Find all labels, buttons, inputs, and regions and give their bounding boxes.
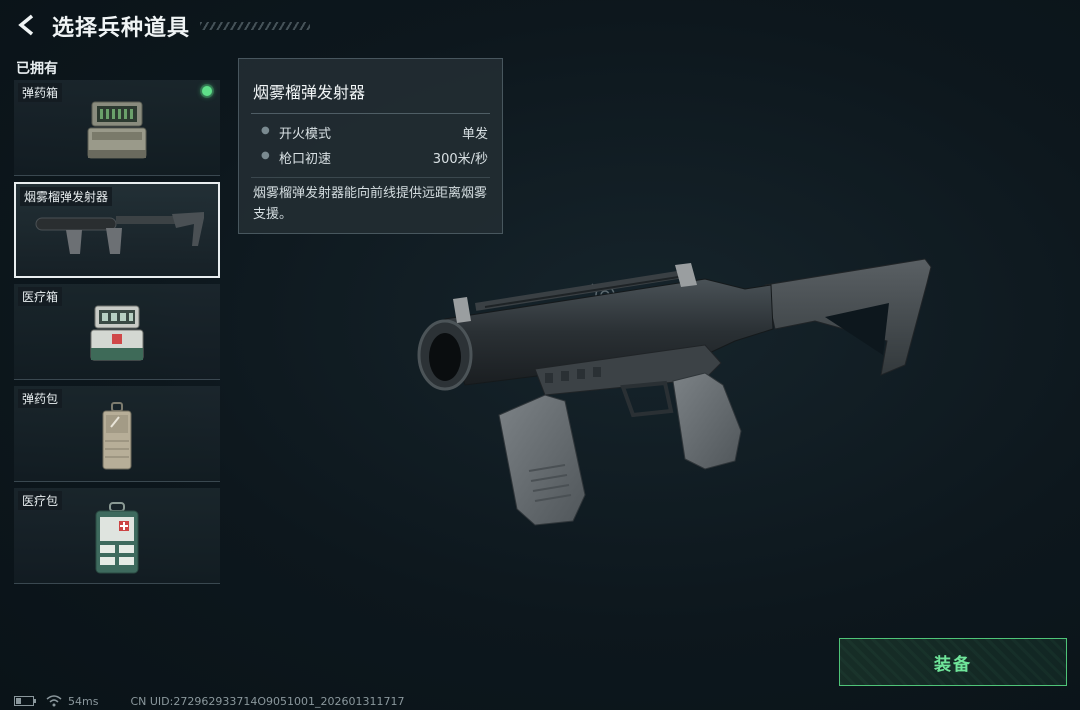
smoke-grenade-launcher-model xyxy=(417,258,932,526)
ammo-box-icon xyxy=(87,101,147,159)
item-label: 医疗包 xyxy=(18,491,63,510)
item-detail-title: 烟雾榴弹发射器 xyxy=(253,83,366,102)
item-card-medical-box[interactable]: 医疗箱 xyxy=(14,284,220,380)
owned-indicator xyxy=(202,86,212,96)
item-description: 烟雾榴弹发射器能向前线提供远距离烟雾支援。 xyxy=(253,186,488,222)
divider xyxy=(251,113,490,114)
status-bar: 54ms CN UID:272962933714O9051001_2026013… xyxy=(14,694,404,708)
item-card-ammo-box[interactable]: 弹药箱 xyxy=(14,80,220,176)
item-label: 弹药箱 xyxy=(18,83,63,102)
ammo-pouch-icon xyxy=(102,402,132,470)
page-title: 选择兵种道具 xyxy=(52,16,191,41)
equip-button[interactable]: 装备 xyxy=(839,638,1067,686)
battery-icon xyxy=(14,696,36,706)
top-bar: 选择兵种道具 xyxy=(0,0,1080,52)
owned-section-label: 已拥有 xyxy=(16,61,58,77)
stat-name: 开火模式 xyxy=(279,127,332,142)
equip-button-label: 装备 xyxy=(934,654,972,675)
divider xyxy=(251,177,490,178)
bullet-icon: ● xyxy=(261,150,270,161)
wifi-icon xyxy=(46,695,62,707)
medical-pouch-icon xyxy=(95,502,139,574)
item-card-ammo-pouch[interactable]: 弹药包 xyxy=(14,386,220,482)
stat-row-muzzle-velocity: ● 枪口初速 300米/秒 xyxy=(251,146,488,168)
ping-value: 54ms xyxy=(68,694,99,708)
user-uid: CN UID:272962933714O9051001_202601311717 xyxy=(130,694,405,708)
item-card-smoke-launcher[interactable]: 烟雾榴弹发射器 xyxy=(14,182,220,278)
item-label: 烟雾榴弹发射器 xyxy=(20,187,113,206)
stat-value: 300米/秒 xyxy=(432,152,488,167)
title-decoration xyxy=(200,22,310,30)
bullet-icon: ● xyxy=(261,125,270,136)
stat-name: 枪口初速 xyxy=(279,152,332,167)
item-detail-panel: 烟雾榴弹发射器 ● 开火模式 单发 ● 枪口初速 300米/秒 烟雾榴弹发射器能… xyxy=(238,58,503,234)
stat-row-fire-mode: ● 开火模式 单发 xyxy=(251,121,488,143)
item-card-medical-pouch[interactable]: 医疗包 xyxy=(14,488,220,584)
back-button[interactable] xyxy=(14,12,40,38)
item-label: 弹药包 xyxy=(18,389,63,408)
item-label: 医疗箱 xyxy=(18,287,63,306)
item-list: 弹药箱 烟雾榴弹发射器 医疗箱 弹药包 医疗包 xyxy=(14,80,220,590)
medical-box-icon xyxy=(90,305,144,361)
stat-value: 单发 xyxy=(461,127,488,142)
smoke-grenade-launcher-icon xyxy=(35,211,204,254)
back-arrow-icon xyxy=(18,14,34,36)
